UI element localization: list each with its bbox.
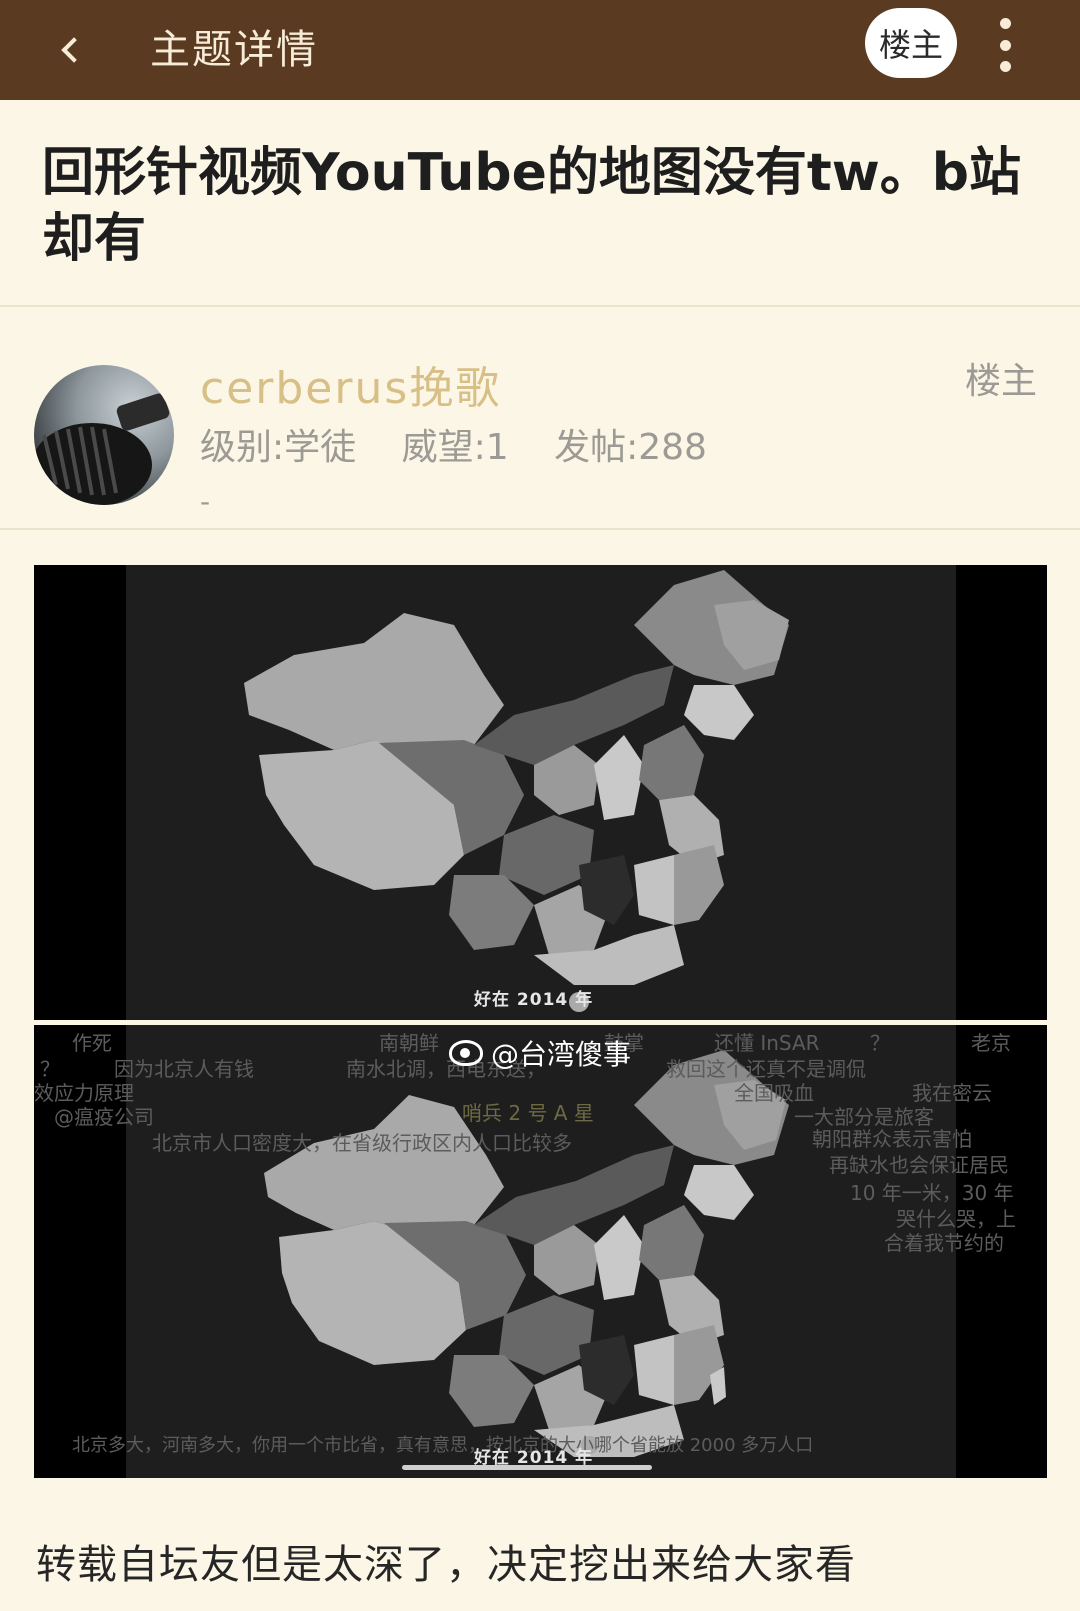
video-subtitle: 好在 2014 年	[474, 990, 594, 1010]
danmaku-comment: 北京多大，河南多大，你用一个市比省，真有意思，按北京的大小哪个省能放 2000 …	[72, 1435, 814, 1456]
danmaku-comment: 因为北京人有钱	[114, 1057, 254, 1081]
danmaku-comment: 哨兵 2 号 A 星	[462, 1101, 594, 1125]
thread-title: 回形针视频YouTube的地图没有tw。b站却有	[42, 143, 1022, 269]
video-screenshot-youtube[interactable]: 好在 2014 年	[34, 565, 1047, 1020]
danmaku-comment: 朝阳群众表示害怕	[812, 1127, 972, 1151]
author-prestige: 威望:1	[401, 427, 509, 468]
watermark-text: @台湾傻事	[491, 1038, 632, 1071]
danmaku-comment: 南朝鲜	[379, 1031, 439, 1055]
video-progress-bar[interactable]	[402, 1465, 652, 1470]
op-tag: 楼主	[965, 361, 1038, 402]
page-title: 主题详情	[150, 27, 318, 73]
danmaku-comment: 北京市人口密度大，在省级行政区内人口比较多	[152, 1131, 572, 1155]
author-signature: -	[200, 485, 211, 518]
author-level: 级别:学徒	[200, 427, 357, 468]
danmaku-comment: 10 年一米，30 年	[850, 1181, 1014, 1205]
author-post-count: 发帖:288	[554, 427, 707, 468]
weibo-icon	[449, 1040, 483, 1066]
more-vertical-icon	[999, 18, 1011, 29]
post-body-text: 转载自坛友但是太深了，决定挖出来给大家看	[36, 1542, 856, 1588]
only-op-button[interactable]: 楼主	[865, 8, 957, 78]
danmaku-comment: 作死	[72, 1031, 112, 1055]
danmaku-comment: 还懂 InSAR	[714, 1031, 820, 1055]
divider	[0, 305, 1080, 307]
camera-lens-icon	[34, 393, 170, 505]
danmaku-comment: 再缺水也会保证居民	[829, 1153, 1009, 1177]
danmaku-comment: 老京	[971, 1031, 1011, 1055]
video-screenshot-bilibili[interactable]: 作死 南朝鲜 鼓掌 还懂 InSAR ？ 老京 ？ 因为北京人有钱 南水北调，西…	[34, 1025, 1047, 1478]
danmaku-comment: ？	[870, 1031, 890, 1055]
divider	[0, 528, 1080, 530]
danmaku-comment: 合着我节约的	[884, 1231, 1004, 1255]
top-app-bar: 主题详情 楼主	[0, 0, 1080, 100]
chevron-left-icon	[61, 37, 87, 63]
danmaku-comment: @瘟疫公司	[54, 1105, 154, 1129]
author-stats: 级别:学徒 威望:1 发帖:288	[200, 418, 741, 470]
back-button[interactable]	[40, 20, 100, 80]
weibo-watermark: @台湾傻事	[449, 1033, 631, 1073]
china-map-graphic	[244, 570, 789, 1012]
avatar[interactable]	[34, 365, 174, 505]
author-name[interactable]: cerberus挽歌	[200, 352, 501, 416]
more-options-button[interactable]	[985, 14, 1025, 76]
